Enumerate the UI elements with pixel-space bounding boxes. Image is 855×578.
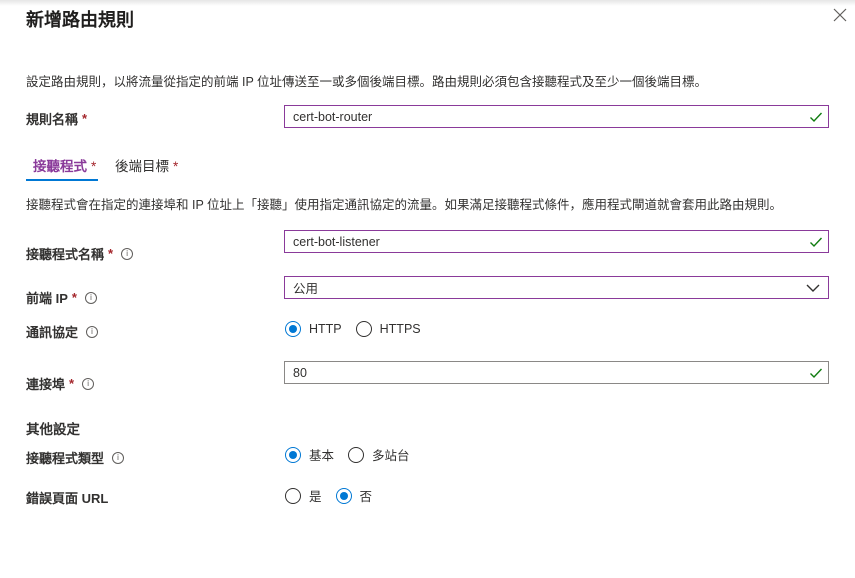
error-page-radio-group: 是 否 xyxy=(285,486,386,505)
required-marker: * xyxy=(108,246,114,261)
required-marker: * xyxy=(82,111,88,126)
error-page-label: 錯誤頁面 URL xyxy=(26,488,108,507)
listener-type-label: 接聽程式類型 i xyxy=(26,448,125,467)
active-tab-indicator xyxy=(26,179,98,181)
radio-yes[interactable] xyxy=(285,487,301,504)
frontend-ip-label-text: 前端 IP xyxy=(26,291,68,306)
required-marker: * xyxy=(71,290,77,305)
radio-basic[interactable] xyxy=(285,446,301,463)
protocol-radio-group: HTTP HTTPS xyxy=(285,321,435,337)
port-input[interactable]: 80 xyxy=(284,361,829,384)
listener-name-label-text: 接聽程式名稱 xyxy=(26,247,105,262)
protocol-label: 通訊協定 i xyxy=(26,322,99,341)
radio-https[interactable] xyxy=(355,321,372,337)
info-icon[interactable]: i xyxy=(121,247,134,260)
required-marker: * xyxy=(69,376,75,391)
listener-type-label-text: 接聽程式類型 xyxy=(26,451,105,466)
protocol-label-text: 通訊協定 xyxy=(26,325,79,340)
radio-http[interactable] xyxy=(285,321,301,337)
listener-name-input[interactable]: cert-bot-listener xyxy=(284,230,829,253)
port-label-text: 連接埠 xyxy=(26,377,66,392)
radio-no[interactable] xyxy=(335,487,352,504)
required-marker: * xyxy=(91,159,97,174)
info-icon[interactable]: i xyxy=(82,377,95,390)
checkmark-icon xyxy=(810,112,823,123)
frontend-ip-value: 公用 xyxy=(293,282,319,296)
dialog-title: 新增路由規則 xyxy=(26,10,134,30)
checkmark-icon xyxy=(810,237,823,248)
radio-yes-label[interactable]: 是 xyxy=(309,486,322,505)
tab-backend-label: 後端目標 xyxy=(115,159,169,174)
error-page-label-text: 錯誤頁面 URL xyxy=(26,491,109,506)
listener-name-value: cert-bot-listener xyxy=(293,234,380,249)
other-settings-heading: 其他設定 xyxy=(26,422,80,437)
port-value: 80 xyxy=(293,365,307,380)
radio-http-label[interactable]: HTTP xyxy=(309,322,342,336)
rule-name-value: cert-bot-router xyxy=(293,109,373,124)
info-icon[interactable]: i xyxy=(86,325,99,338)
listener-name-label: 接聽程式名稱 * i xyxy=(26,244,134,263)
frontend-ip-label: 前端 IP * i xyxy=(26,288,97,307)
tab-backend-targets[interactable]: 後端目標 * xyxy=(115,155,178,175)
radio-no-label[interactable]: 否 xyxy=(360,486,373,505)
rule-name-label-text: 規則名稱 xyxy=(26,112,79,127)
info-icon[interactable]: i xyxy=(84,291,97,304)
tab-listener-label: 接聽程式 xyxy=(33,159,87,174)
close-icon[interactable] xyxy=(831,6,849,24)
listener-type-radio-group: 基本 多站台 xyxy=(285,445,424,464)
radio-basic-label[interactable]: 基本 xyxy=(309,445,334,464)
info-icon[interactable]: i xyxy=(112,451,125,464)
port-label: 連接埠 * i xyxy=(26,374,95,393)
rule-name-label: 規則名稱 * xyxy=(26,109,87,128)
radio-multisite-label[interactable]: 多站台 xyxy=(372,445,410,464)
frontend-ip-select[interactable]: 公用 xyxy=(284,276,829,299)
radio-https-label[interactable]: HTTPS xyxy=(380,322,421,336)
dialog-description: 設定路由規則，以將流量從指定的前端 IP 位址傳送至一或多個後端目標。路由規則必… xyxy=(26,75,708,89)
chevron-down-icon xyxy=(806,284,820,292)
radio-multisite[interactable] xyxy=(348,446,365,463)
required-marker: * xyxy=(173,159,179,174)
rule-name-input[interactable]: cert-bot-router xyxy=(284,105,829,128)
listener-description: 接聽程式會在指定的連接埠和 IP 位址上「接聽」使用指定通訊協定的流量。如果滿足… xyxy=(26,198,783,212)
tab-listener[interactable]: 接聽程式 * xyxy=(33,155,96,175)
checkmark-icon xyxy=(810,368,823,379)
